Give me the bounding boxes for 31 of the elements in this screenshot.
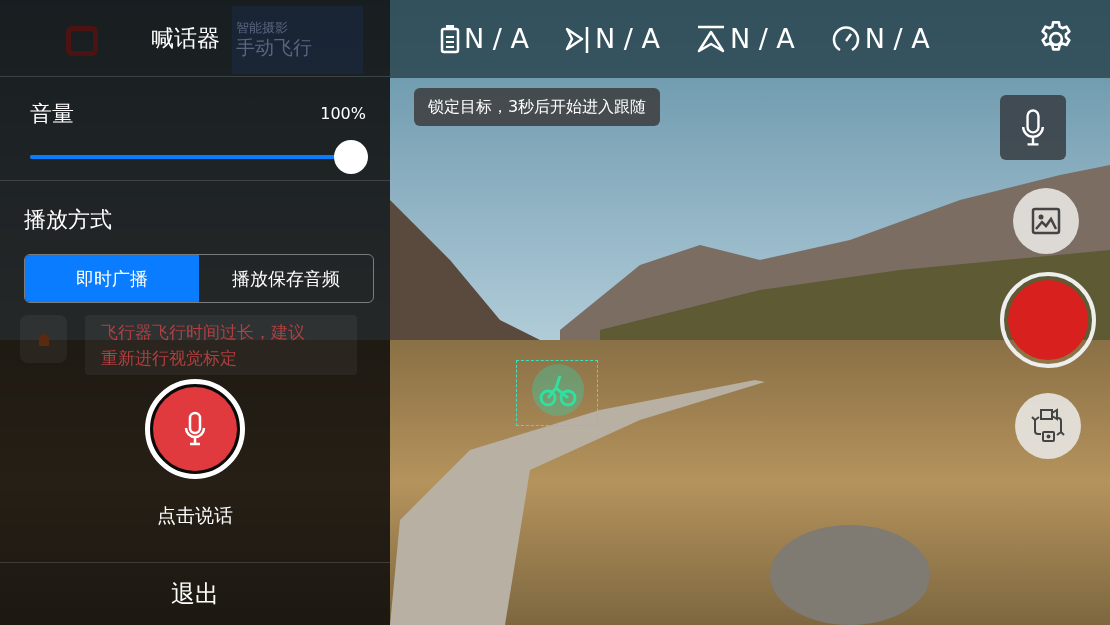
mode-subtitle: 智能摄影	[236, 20, 289, 37]
microphone-icon	[184, 411, 206, 447]
volume-label: 音量	[30, 100, 74, 128]
warning-text: 重新进行视觉标定	[101, 347, 238, 370]
image-icon	[1031, 207, 1061, 235]
playback-mode-tab[interactable]: 播放保存音频	[199, 255, 373, 302]
volume-reading: 100%	[320, 102, 366, 125]
microphone-icon	[1021, 107, 1045, 148]
panel-title: 喊话器	[150, 23, 220, 53]
triangle-bar-icon	[695, 24, 726, 54]
tracking-frame[interactable]	[516, 360, 598, 426]
gauge-icon	[830, 24, 861, 54]
volume-thumb[interactable]	[334, 140, 368, 174]
playback-mode-tab[interactable]: 即时广播	[25, 255, 199, 302]
status-value: N / A	[864, 21, 930, 56]
talk-label: 点击说话	[157, 503, 233, 528]
status-value: N / A	[594, 21, 660, 56]
exit-button[interactable]: 退出	[0, 562, 390, 625]
cyclist-target-icon	[530, 362, 586, 418]
mode-title: 手动飞行	[236, 36, 312, 60]
record-button[interactable]	[1000, 272, 1096, 368]
status-value: N / A	[729, 21, 795, 56]
status-value: N / A	[464, 21, 529, 56]
tracking-tooltip: 锁定目标，3秒后开始进入跟随	[414, 88, 661, 126]
warning-text: 飞行器飞行时间过长，建议	[101, 321, 306, 344]
logo-icon	[66, 26, 98, 56]
battery-icon	[440, 24, 460, 54]
playback-label: 播放方式	[24, 206, 113, 234]
play-bar-icon	[564, 24, 591, 54]
microphone-button[interactable]	[1000, 95, 1066, 160]
volume-slider[interactable]	[30, 140, 368, 174]
